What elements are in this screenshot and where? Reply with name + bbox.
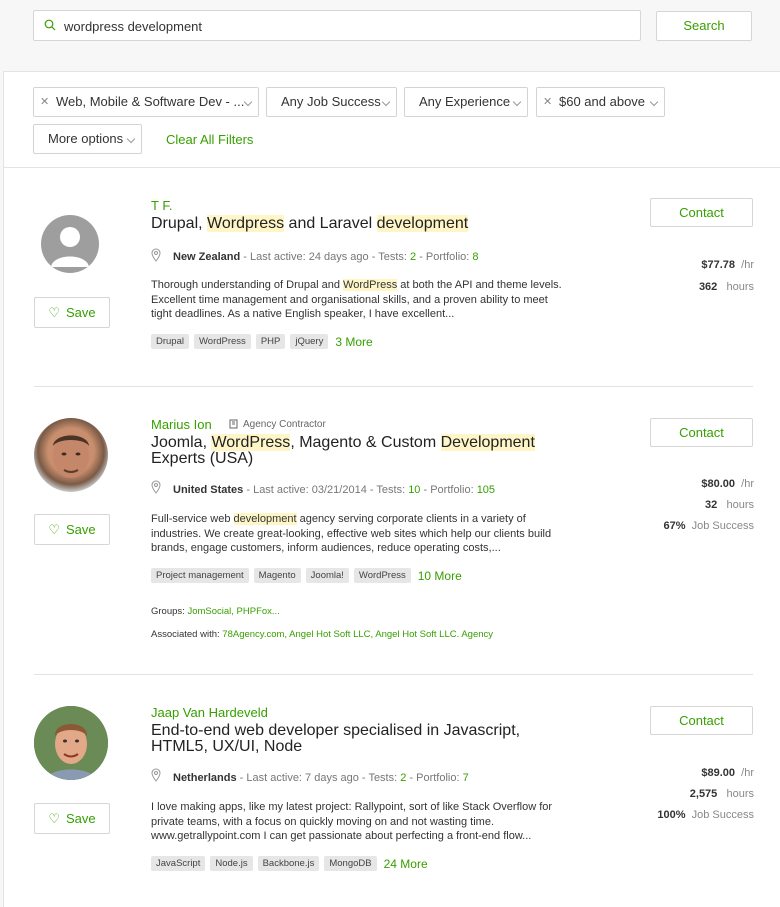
avatar-placeholder[interactable] (41, 215, 99, 273)
freelancer-description: I love making apps, like my latest proje… (151, 801, 553, 842)
remove-filter-icon[interactable]: ✕ (40, 88, 49, 116)
chevron-down-icon (512, 97, 522, 107)
agency-contractor-label: Agency Contractor (243, 419, 326, 430)
skill-tag[interactable]: JavaScript (151, 856, 206, 872)
location-pin-icon (151, 248, 161, 262)
clear-all-filters-link[interactable]: Clear All Filters (166, 132, 253, 147)
filter-bar: ✕ Web, Mobile & Software Dev - ... Any J… (4, 72, 780, 168)
skill-tag[interactable]: PHP (255, 334, 286, 350)
divider (34, 386, 753, 387)
freelancer-card: ♡ Save T F. Drupal, Wordpress and Laravel… (34, 192, 754, 382)
skill-tag[interactable]: jQuery (290, 334, 329, 350)
freelancer-meta: Netherlands - Last active: 7 days ago - … (173, 772, 469, 784)
skill-tags: JavaScript Node.js Backbone.js MongoDB 24 Mo… (151, 855, 428, 873)
freelancer-description: Thorough understanding of Drupal and Wor… (151, 279, 562, 320)
freelancer-title[interactable]: End-to-end web developer specialised in … (151, 723, 551, 755)
results-panel: ✕ Web, Mobile & Software Dev - ... Any J… (3, 71, 780, 907)
heart-icon: ♡ (48, 305, 60, 320)
heart-icon: ♡ (48, 811, 60, 826)
hourly-rate: $80.00 /hr (701, 478, 754, 490)
hours-worked: 362 hours (698, 281, 754, 293)
freelancer-title[interactable]: Joomla, WordPress, Magento & Custom Deve… (151, 434, 571, 467)
associated-with: Associated with: 78Agency.com, Angel Hot… (151, 629, 494, 640)
contact-button[interactable]: Contact (650, 706, 753, 735)
filter-experience[interactable]: Any Experience (404, 87, 528, 117)
freelancer-name[interactable]: Jaap Van Hardeveld (151, 705, 268, 720)
location-pin-icon (151, 768, 161, 782)
more-options-button[interactable]: More options (33, 124, 142, 154)
search-input[interactable]: wordpress development (33, 10, 641, 41)
chevron-down-icon (126, 134, 136, 144)
skill-tag[interactable]: Drupal (151, 334, 189, 350)
freelancer-meta: New Zealand - Last active: 24 days ago -… (173, 251, 479, 263)
divider (34, 674, 753, 675)
chevron-down-icon (243, 97, 253, 107)
filter-job-success-label: Any Job Success (281, 94, 381, 109)
search-button[interactable]: Search (656, 11, 752, 41)
skill-tags: Drupal WordPress PHP jQuery 3 More (151, 333, 373, 351)
skill-tag[interactable]: MongoDB (324, 856, 377, 872)
more-skills-link[interactable]: 10 More (418, 569, 462, 583)
hours-worked: 2,575 hours (689, 788, 754, 800)
avatar[interactable] (34, 706, 108, 780)
skill-tag[interactable]: Node.js (210, 856, 253, 872)
groups: Groups: JomSocial, PHPFox... (151, 606, 280, 617)
location-pin-icon (151, 480, 161, 494)
freelancer-card: ♡ Save Jaap Van Hardeveld End-to-end web … (34, 700, 754, 907)
search-bar-area: wordpress development Search (0, 0, 780, 70)
search-query: wordpress development (64, 19, 203, 34)
more-skills-link[interactable]: 24 More (384, 857, 428, 871)
filter-rate-label: $60 and above (559, 94, 646, 109)
filter-category-label: Web, Mobile & Software Dev - ... (56, 94, 245, 109)
save-button[interactable]: ♡ Save (34, 803, 110, 834)
filter-job-success[interactable]: Any Job Success (266, 87, 397, 117)
freelancer-title[interactable]: Drupal, Wordpress and Laravel developmen… (151, 215, 571, 232)
chevron-down-icon (649, 97, 659, 107)
freelancer-name[interactable]: Marius Ion (151, 417, 212, 432)
chevron-down-icon (381, 97, 391, 107)
skill-tags: Project management Magento Joomla! WordPres… (151, 567, 462, 585)
freelancer-name[interactable]: T F. (151, 198, 172, 213)
heart-icon: ♡ (48, 522, 60, 537)
skill-tag[interactable]: Project management (151, 568, 249, 584)
skill-tag[interactable]: Backbone.js (257, 856, 320, 872)
job-success: 100% Job Success (657, 809, 754, 821)
skill-tag[interactable]: WordPress (353, 568, 411, 584)
remove-filter-icon[interactable]: ✕ (543, 88, 552, 116)
more-options-label: More options (48, 131, 124, 146)
associated-agencies-link[interactable]: 78Agency.com, Angel Hot Soft LLC, Angel … (222, 629, 493, 640)
freelancer-card: ♡ Save Marius Ion Agency Contractor Jooml… (34, 412, 754, 672)
skill-tag[interactable]: Joomla! (305, 568, 349, 584)
search-icon (44, 19, 56, 31)
hourly-rate: $89.00 /hr (701, 767, 754, 779)
avatar[interactable] (34, 418, 108, 492)
agency-icon (229, 419, 238, 429)
hourly-rate: $77.78 /hr (701, 259, 754, 271)
filter-experience-label: Any Experience (419, 94, 511, 109)
hours-worked: 32 hours (705, 499, 754, 511)
skill-tag[interactable]: WordPress (194, 334, 251, 350)
save-button[interactable]: ♡ Save (34, 514, 110, 545)
filter-rate[interactable]: ✕ $60 and above (536, 87, 665, 117)
groups-link[interactable]: JomSocial, PHPFox... (187, 606, 279, 617)
freelancer-meta: United States - Last active: 03/21/2014 … (173, 484, 496, 496)
filter-category[interactable]: ✕ Web, Mobile & Software Dev - ... (33, 87, 259, 117)
skill-tag[interactable]: Magento (253, 568, 301, 584)
more-skills-link[interactable]: 3 More (335, 335, 372, 349)
contact-button[interactable]: Contact (650, 418, 753, 447)
contact-button[interactable]: Contact (650, 198, 753, 227)
job-success: 67% Job Success (663, 520, 754, 532)
freelancer-description: Full-service web development agency serv… (151, 513, 552, 554)
save-button[interactable]: ♡ Save (34, 297, 110, 328)
